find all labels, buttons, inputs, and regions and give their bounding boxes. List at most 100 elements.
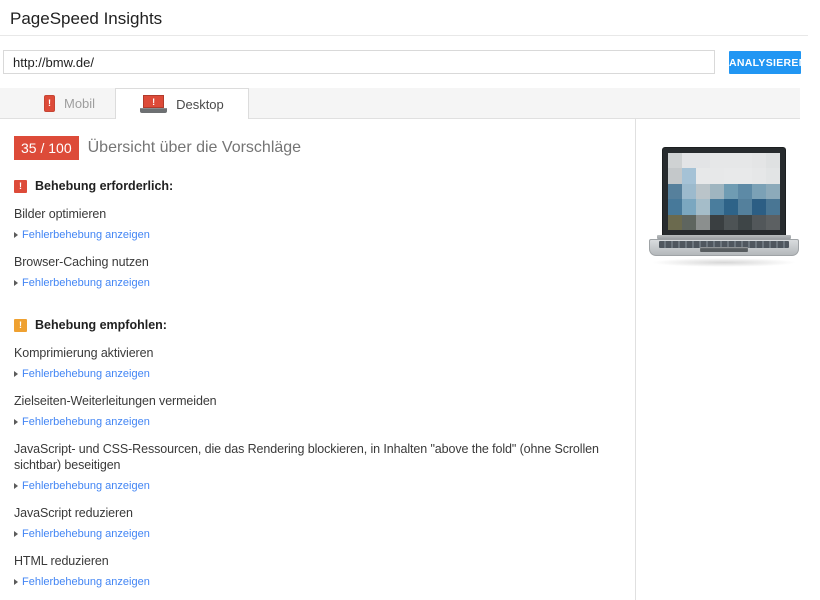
show-fix-link[interactable]: Fehlerbehebung anzeigen bbox=[14, 528, 150, 540]
disclosure-arrow-icon bbox=[14, 419, 18, 425]
show-fix-link[interactable]: Fehlerbehebung anzeigen bbox=[14, 480, 150, 492]
disclosure-arrow-icon bbox=[14, 280, 18, 286]
show-fix-link-label: Fehlerbehebung anzeigen bbox=[22, 528, 150, 540]
show-fix-link[interactable]: Fehlerbehebung anzeigen bbox=[14, 229, 150, 241]
tab-desktop[interactable]: ! Desktop bbox=[115, 88, 249, 119]
rule-item: HTML reduzieren Fehlerbehebung anzeigen bbox=[14, 553, 628, 590]
screen-pixel bbox=[724, 199, 738, 214]
screen-pixel bbox=[724, 153, 738, 168]
tab-mobil-label: Mobil bbox=[64, 96, 95, 111]
screen-pixel bbox=[752, 199, 766, 214]
section-required-header: ! Behebung erforderlich: bbox=[14, 179, 628, 193]
screen-pixel bbox=[710, 199, 724, 214]
header-divider bbox=[0, 35, 808, 36]
tab-desktop-label: Desktop bbox=[176, 97, 224, 112]
show-fix-link[interactable]: Fehlerbehebung anzeigen bbox=[14, 416, 150, 428]
screen-pixel bbox=[696, 168, 710, 183]
page-title: PageSpeed Insights bbox=[10, 9, 162, 29]
screen-pixel bbox=[766, 168, 780, 183]
rule-item: Komprimierung aktivieren Fehlerbehebung … bbox=[14, 345, 628, 382]
score-badge: 35 / 100 bbox=[14, 136, 79, 160]
show-fix-link-label: Fehlerbehebung anzeigen bbox=[22, 416, 150, 428]
screen-pixel bbox=[682, 215, 696, 230]
screen-pixel bbox=[668, 168, 682, 183]
screen-pixel bbox=[752, 215, 766, 230]
screen-pixel bbox=[766, 184, 780, 199]
rule-title: JavaScript reduzieren bbox=[14, 505, 628, 521]
screen-pixel bbox=[738, 215, 752, 230]
rule-title: HTML reduzieren bbox=[14, 553, 628, 569]
screen-pixel bbox=[766, 153, 780, 168]
show-fix-link[interactable]: Fehlerbehebung anzeigen bbox=[14, 576, 150, 588]
screen-pixel bbox=[682, 199, 696, 214]
screen-pixel bbox=[752, 184, 766, 199]
disclosure-arrow-icon bbox=[14, 232, 18, 238]
rule-title: Bilder optimieren bbox=[14, 206, 628, 222]
screen-pixel bbox=[696, 199, 710, 214]
url-input[interactable] bbox=[3, 50, 715, 74]
screen-pixel bbox=[668, 199, 682, 214]
warning-alert-icon: ! bbox=[14, 319, 27, 332]
site-thumbnail-laptop bbox=[649, 147, 799, 267]
screen-pixel bbox=[682, 184, 696, 199]
screen-pixel bbox=[668, 153, 682, 168]
laptop-shadow bbox=[651, 258, 797, 267]
rule-item: JavaScript reduzieren Fehlerbehebung anz… bbox=[14, 505, 628, 542]
rule-item: Bilder optimieren Fehlerbehebung anzeige… bbox=[14, 206, 628, 243]
show-fix-link[interactable]: Fehlerbehebung anzeigen bbox=[14, 277, 150, 289]
rule-title: Browser-Caching nutzen bbox=[14, 254, 628, 270]
screen-pixel bbox=[668, 184, 682, 199]
laptop-screen bbox=[662, 147, 786, 235]
screen-pixel bbox=[766, 199, 780, 214]
tab-mobil[interactable]: ! Mobil bbox=[24, 88, 115, 118]
rule-item: JavaScript- und CSS-Ressourcen, die das … bbox=[14, 441, 628, 494]
rule-item: Zielseiten-Weiterleitungen vermeiden Feh… bbox=[14, 393, 628, 430]
screen-pixel bbox=[724, 215, 738, 230]
disclosure-arrow-icon bbox=[14, 579, 18, 585]
disclosure-arrow-icon bbox=[14, 531, 18, 537]
disclosure-arrow-icon bbox=[14, 371, 18, 377]
screen-pixel bbox=[724, 168, 738, 183]
content-divider bbox=[635, 119, 636, 600]
show-fix-link[interactable]: Fehlerbehebung anzeigen bbox=[14, 368, 150, 380]
screen-pixel bbox=[682, 168, 696, 183]
screen-pixel bbox=[738, 168, 752, 183]
error-alert-icon: ! bbox=[14, 180, 27, 193]
screen-pixel bbox=[752, 153, 766, 168]
laptop-body bbox=[649, 239, 799, 256]
laptop-trackpad bbox=[700, 247, 748, 252]
overview-heading: Übersicht über die Vorschläge bbox=[88, 139, 301, 157]
show-fix-link-label: Fehlerbehebung anzeigen bbox=[22, 229, 150, 241]
screen-pixel bbox=[710, 153, 724, 168]
screen-pixel bbox=[696, 153, 710, 168]
screen-pixel bbox=[682, 153, 696, 168]
screen-pixel bbox=[710, 184, 724, 199]
disclosure-arrow-icon bbox=[14, 483, 18, 489]
mobile-alert-icon: ! bbox=[44, 95, 55, 112]
screen-pixel bbox=[710, 168, 724, 183]
screen-pixel bbox=[738, 184, 752, 199]
screen-pixel bbox=[696, 184, 710, 199]
screen-pixel bbox=[696, 215, 710, 230]
section-recommended-header: ! Behebung empfohlen: bbox=[14, 318, 628, 332]
screen-pixel bbox=[668, 215, 682, 230]
screen-pixel bbox=[738, 153, 752, 168]
analyze-button[interactable]: ANALYSIEREN bbox=[729, 51, 801, 74]
rule-title: Komprimierung aktivieren bbox=[14, 345, 628, 361]
rule-title: JavaScript- und CSS-Ressourcen, die das … bbox=[14, 441, 628, 473]
screen-pixel bbox=[752, 168, 766, 183]
rule-title: Zielseiten-Weiterleitungen vermeiden bbox=[14, 393, 628, 409]
screen-pixel bbox=[724, 184, 738, 199]
laptop-screen-grid bbox=[668, 153, 780, 230]
rule-item: Browser-Caching nutzen Fehlerbehebung an… bbox=[14, 254, 628, 291]
screen-pixel bbox=[710, 215, 724, 230]
results-panel: 35 / 100 Übersicht über die Vorschläge !… bbox=[14, 136, 628, 600]
section-required-label: Behebung erforderlich: bbox=[35, 179, 173, 193]
tab-bar: ! Mobil ! Desktop bbox=[0, 88, 800, 119]
score-row: 35 / 100 Übersicht über die Vorschläge bbox=[14, 136, 628, 160]
screen-pixel bbox=[738, 199, 752, 214]
show-fix-link-label: Fehlerbehebung anzeigen bbox=[22, 277, 150, 289]
show-fix-link-label: Fehlerbehebung anzeigen bbox=[22, 480, 150, 492]
show-fix-link-label: Fehlerbehebung anzeigen bbox=[22, 368, 150, 380]
show-fix-link-label: Fehlerbehebung anzeigen bbox=[22, 576, 150, 588]
